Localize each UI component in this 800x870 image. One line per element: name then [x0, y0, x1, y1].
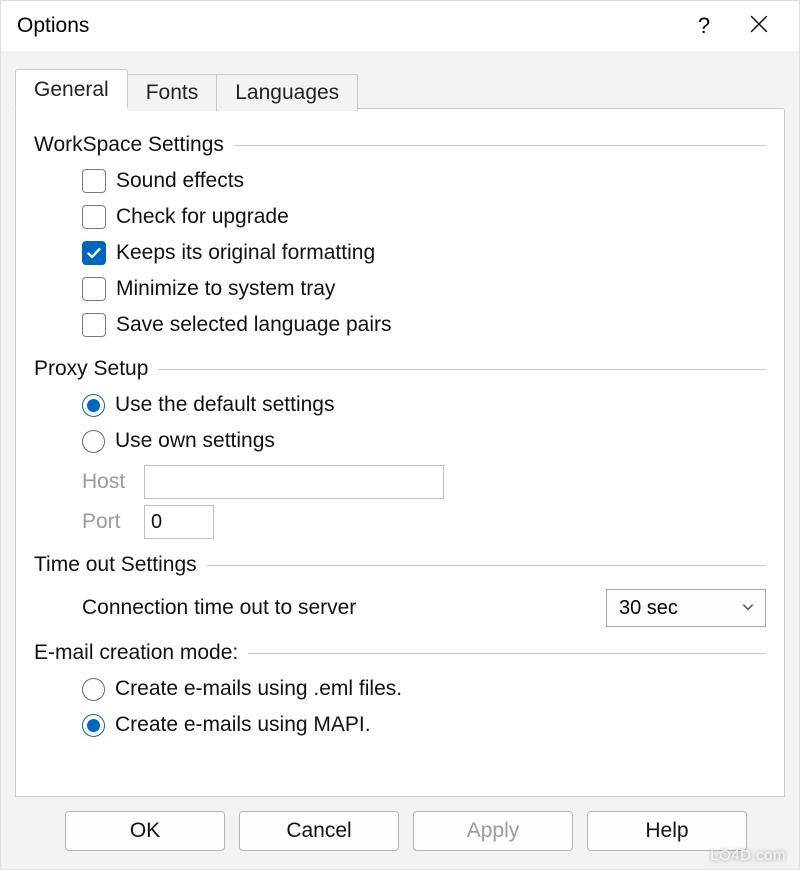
checkbox-label: Keeps its original formatting: [116, 241, 375, 265]
checkbox-label: Save selected language pairs: [116, 313, 392, 337]
proxy-host-row: Host: [82, 465, 766, 499]
port-label: Port: [82, 510, 132, 534]
group-workspace-title: WorkSpace Settings: [34, 133, 224, 157]
radio-icon: [82, 678, 105, 701]
client-area: General Fonts Languages WorkSpace Settin…: [1, 51, 799, 869]
radio-label: Create e-mails using .eml files.: [115, 677, 402, 701]
group-proxy-body: Use the default settings Use own setting…: [34, 381, 766, 547]
checkbox-save-language-pairs[interactable]: Save selected language pairs: [82, 307, 766, 343]
checkbox-icon: [82, 313, 106, 337]
checkbox-icon: [82, 241, 106, 265]
checkbox-icon: [82, 277, 106, 301]
checkbox-check-for-upgrade[interactable]: Check for upgrade: [82, 199, 766, 235]
close-icon: [750, 13, 768, 39]
divider: [158, 369, 766, 370]
radio-label: Use the default settings: [115, 393, 334, 417]
divider: [234, 145, 766, 146]
close-button[interactable]: [729, 6, 789, 46]
tab-languages[interactable]: Languages: [217, 74, 358, 111]
checkbox-keep-formatting[interactable]: Keeps its original formatting: [82, 235, 766, 271]
options-dialog: Options ? General Fonts Languages WorkSp…: [0, 0, 800, 870]
checkbox-icon: [82, 169, 106, 193]
checkbox-minimize-tray[interactable]: Minimize to system tray: [82, 271, 766, 307]
button-bar: OK Cancel Apply Help: [15, 797, 785, 869]
group-proxy-title: Proxy Setup: [34, 357, 148, 381]
timeout-label: Connection time out to server: [82, 596, 594, 620]
checkbox-label: Sound effects: [116, 169, 244, 193]
radio-icon: [82, 430, 105, 453]
checkbox-sound-effects[interactable]: Sound effects: [82, 163, 766, 199]
port-input[interactable]: [144, 505, 214, 539]
host-label: Host: [82, 470, 132, 494]
radio-proxy-default[interactable]: Use the default settings: [82, 387, 766, 423]
group-workspace-body: Sound effects Check for upgrade Keeps it…: [34, 157, 766, 351]
proxy-port-row: Port: [82, 505, 766, 539]
tab-panel-general: WorkSpace Settings Sound effects Check f…: [15, 108, 785, 797]
tabstrip: General Fonts Languages: [15, 69, 785, 109]
timeout-dropdown[interactable]: 30 sec: [606, 589, 766, 627]
checkbox-label: Check for upgrade: [116, 205, 289, 229]
divider: [207, 565, 766, 566]
group-email-title: E-mail creation mode:: [34, 641, 238, 665]
ok-button[interactable]: OK: [65, 811, 225, 851]
divider: [248, 653, 766, 654]
radio-icon: [82, 714, 105, 737]
group-email-header: E-mail creation mode:: [34, 641, 766, 665]
chevron-down-icon: [741, 597, 755, 620]
apply-button[interactable]: Apply: [413, 811, 573, 851]
group-workspace-header: WorkSpace Settings: [34, 133, 766, 157]
radio-email-mapi[interactable]: Create e-mails using MAPI.: [82, 707, 766, 743]
dropdown-value: 30 sec: [619, 597, 678, 620]
group-timeout-title: Time out Settings: [34, 553, 197, 577]
tab-general[interactable]: General: [15, 69, 128, 109]
help-icon: ?: [698, 13, 710, 39]
radio-label: Use own settings: [115, 429, 275, 453]
host-input[interactable]: [144, 465, 444, 499]
help-button-footer[interactable]: Help: [587, 811, 747, 851]
radio-email-eml[interactable]: Create e-mails using .eml files.: [82, 671, 766, 707]
group-timeout-header: Time out Settings: [34, 553, 766, 577]
radio-icon: [82, 394, 105, 417]
titlebar: Options ?: [1, 1, 799, 51]
window-title: Options: [17, 14, 89, 38]
group-proxy-header: Proxy Setup: [34, 357, 766, 381]
tab-fonts[interactable]: Fonts: [128, 74, 218, 111]
checkbox-icon: [82, 205, 106, 229]
radio-proxy-own[interactable]: Use own settings: [82, 423, 766, 459]
cancel-button[interactable]: Cancel: [239, 811, 399, 851]
radio-label: Create e-mails using MAPI.: [115, 713, 371, 737]
timeout-row: Connection time out to server 30 sec: [34, 577, 766, 635]
checkbox-label: Minimize to system tray: [116, 277, 335, 301]
group-email-body: Create e-mails using .eml files. Create …: [34, 665, 766, 751]
help-button[interactable]: ?: [679, 6, 729, 46]
